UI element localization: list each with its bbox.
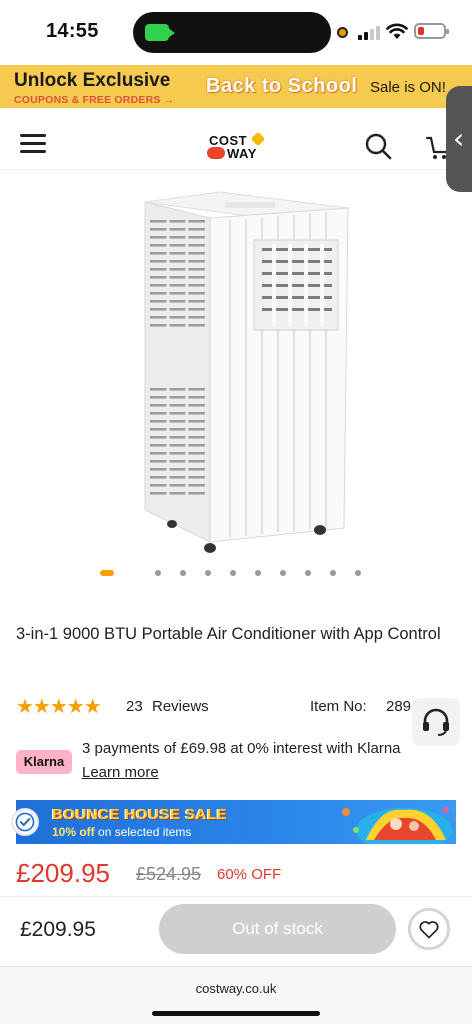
out-of-stock-button[interactable]: Out of stock — [159, 904, 396, 954]
current-price: £209.95 — [16, 858, 110, 888]
carousel-dot[interactable] — [205, 570, 211, 576]
verified-check-icon — [11, 808, 39, 836]
status-time: 14:55 — [46, 20, 99, 42]
chevron-left-icon: ‹ — [453, 122, 465, 155]
bounce-banner-subtitle: 10% off on selected items — [52, 825, 191, 839]
logo-pill-icon — [207, 147, 225, 159]
carousel-dot[interactable] — [155, 570, 161, 576]
costway-logo[interactable]: COST WAY — [207, 131, 271, 163]
carousel-dot[interactable] — [355, 570, 361, 576]
cart-icon[interactable] — [426, 134, 448, 160]
side-panel-handle[interactable]: ‹ — [446, 86, 472, 192]
status-bar: 14:55 — [0, 0, 472, 64]
logo-hexagon-icon — [250, 131, 266, 147]
carousel-dot[interactable] — [280, 570, 286, 576]
wifi-icon — [386, 23, 408, 39]
carousel-dot[interactable] — [305, 570, 311, 576]
bottom-bar-price: £209.95 — [20, 918, 96, 941]
wishlist-heart-icon[interactable] — [408, 908, 450, 950]
promo-sale-text: Sale is ON! — [370, 79, 446, 96]
review-count[interactable]: 23 — [126, 698, 143, 715]
battery-icon — [414, 23, 449, 39]
item-number-value: 289 — [386, 698, 412, 715]
promo-banner[interactable]: Unlock Exclusive COUPONS & FREE ORDERS →… — [0, 65, 472, 108]
dynamic-island — [133, 12, 331, 53]
carousel-dot[interactable] — [180, 570, 186, 576]
site-header: COST WAY — [0, 108, 472, 170]
logo-text-bottom: WAY — [227, 146, 257, 161]
product-title: 3-in-1 9000 BTU Portable Air Conditioner… — [16, 625, 441, 643]
search-icon[interactable] — [364, 132, 392, 160]
discount-label: 60% OFF — [217, 866, 282, 883]
hamburger-menu-icon[interactable] — [20, 134, 46, 154]
bounce-house-sale-banner[interactable]: BOUNCE HOUSE SALE 10% off on selected it… — [16, 800, 456, 844]
browser-url-text[interactable]: costway.co.uk — [0, 981, 472, 996]
bounce-banner-title: BOUNCE HOUSE SALE — [52, 806, 228, 823]
reviews-link[interactable]: Reviews — [152, 698, 209, 715]
klarna-installments-text: 3 payments of £69.98 at 0% interest with… — [82, 740, 401, 757]
carousel-dot-active[interactable] — [100, 570, 114, 576]
product-image[interactable] — [130, 180, 350, 560]
facetime-icon — [145, 24, 175, 41]
bounce-banner-discount: 10% off — [52, 825, 95, 839]
customer-support-headset-icon[interactable] — [412, 698, 460, 746]
carousel-dot[interactable] — [330, 570, 336, 576]
bounce-banner-subtitle-text: on selected items — [98, 825, 192, 839]
promo-subtitle: COUPONS & FREE ORDERS → — [14, 94, 175, 106]
promo-campaign: Back to School — [206, 75, 358, 97]
bounce-house-illustration — [342, 807, 452, 844]
home-indicator[interactable] — [152, 1011, 320, 1016]
cellular-signal-icon — [358, 24, 380, 40]
original-price: £524.95 — [136, 864, 202, 884]
klarna-badge: Klarna — [16, 750, 72, 774]
star-rating-icon[interactable]: ★★★★★ — [16, 694, 102, 718]
promo-title: Unlock Exclusive — [14, 70, 171, 91]
item-number-label: Item No: — [310, 698, 367, 715]
carousel-dot[interactable] — [255, 570, 261, 576]
carousel-dots[interactable] — [100, 570, 370, 578]
browser-url-bar[interactable]: costway.co.uk — [0, 966, 472, 1024]
klarna-learn-more-link[interactable]: Learn more — [82, 764, 159, 781]
mic-indicator-icon — [337, 27, 348, 38]
carousel-dot[interactable] — [230, 570, 236, 576]
rating-row: ★★★★★ 23 Reviews Item No: 289 — [16, 694, 456, 720]
